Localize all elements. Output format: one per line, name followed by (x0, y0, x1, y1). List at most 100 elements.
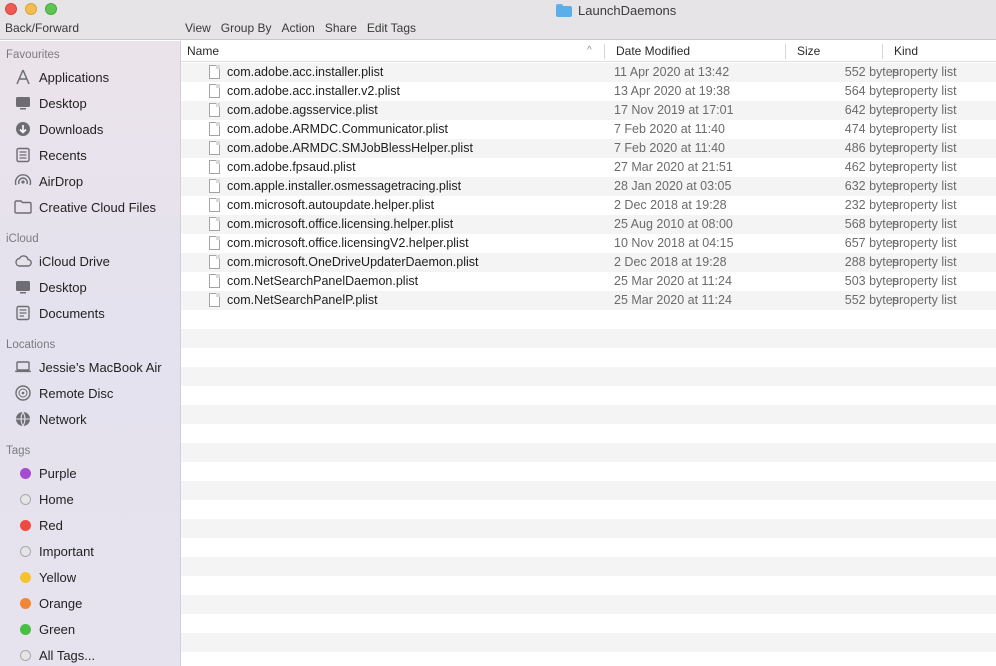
empty-row (181, 310, 996, 329)
document-icon (209, 179, 220, 193)
file-row[interactable]: com.adobe.fpsaud.plist 27 Mar 2020 at 21:… (181, 158, 996, 177)
sidebar-item-label: Network (39, 411, 87, 427)
file-row[interactable]: com.microsoft.office.licensing.helper.pl… (181, 215, 996, 234)
sidebar-item-label: Recents (39, 147, 87, 163)
sidebar-item-network[interactable]: Network (0, 407, 181, 431)
sidebar-tag-important[interactable]: Important (0, 539, 181, 563)
sidebar-item-label: Red (39, 517, 63, 533)
sidebar-item-label: Desktop (39, 95, 87, 111)
column-header-date-modified[interactable]: Date Modified (616, 44, 690, 58)
file-date-modified: 7 Feb 2020 at 11:40 (614, 141, 725, 155)
applications-icon (14, 68, 32, 86)
sidebar-item-label: Home (39, 491, 74, 507)
file-size: 657 bytes (844, 236, 899, 250)
share-button[interactable]: Share (325, 21, 357, 35)
column-header-kind[interactable]: Kind (894, 44, 918, 58)
file-name: com.adobe.acc.installer.v2.plist (227, 84, 401, 98)
sidebar-tag-red[interactable]: Red (0, 513, 181, 537)
sidebar-item-documents[interactable]: Documents (0, 301, 181, 325)
sidebar-all-tags[interactable]: All Tags... (0, 643, 181, 666)
edit-tags-button[interactable]: Edit Tags (367, 21, 416, 35)
sidebar-heading-locations: Locations (6, 339, 56, 351)
file-kind: property list (892, 217, 957, 231)
sidebar-item-label: All Tags... (39, 647, 96, 663)
file-date-modified: 27 Mar 2020 at 21:51 (614, 160, 733, 174)
file-row[interactable]: com.microsoft.office.licensingV2.helper.… (181, 234, 996, 253)
file-name: com.adobe.fpsaud.plist (227, 160, 356, 174)
sidebar-item-airdrop[interactable]: AirDrop (0, 169, 181, 193)
file-row[interactable]: com.adobe.agsservice.plist 17 Nov 2019 at… (181, 101, 996, 120)
sidebar-tag-green[interactable]: Green (0, 617, 181, 641)
file-rows: com.adobe.acc.installer.plist 11 Apr 2020… (181, 63, 996, 666)
minimize-window-button[interactable] (25, 3, 37, 15)
sidebar-item-applications[interactable]: Applications (0, 65, 181, 89)
sidebar-item-remote-disc[interactable]: Remote Disc (0, 381, 181, 405)
document-icon (209, 236, 220, 250)
file-row[interactable]: com.NetSearchPanelP.plist 25 Mar 2020 at … (181, 291, 996, 310)
zoom-window-button[interactable] (45, 3, 57, 15)
file-row[interactable]: com.microsoft.OneDriveUpdaterDaemon.plis… (181, 253, 996, 272)
file-row[interactable]: com.adobe.ARMDC.SMJobBlessHelper.plist 7 … (181, 139, 996, 158)
sidebar-heading-favourites: Favourites (6, 49, 60, 61)
sidebar-tag-home[interactable]: Home (0, 487, 181, 511)
view-button[interactable]: View (185, 21, 211, 35)
file-date-modified: 2 Dec 2018 at 19:28 (614, 198, 727, 212)
network-icon (14, 410, 32, 428)
file-row[interactable]: com.microsoft.autoupdate.helper.plist 2 D… (181, 196, 996, 215)
sidebar: Favourites Applications Desktop Download… (0, 41, 181, 666)
sidebar-tag-orange[interactable]: Orange (0, 591, 181, 615)
empty-row (181, 538, 996, 557)
sidebar-tag-yellow[interactable]: Yellow (0, 565, 181, 589)
file-name: com.microsoft.OneDriveUpdaterDaemon.plis… (227, 255, 479, 269)
sidebar-item-desktop[interactable]: Desktop (0, 91, 181, 115)
sidebar-item-label: Purple (39, 465, 77, 481)
yellow-tag-dot-icon (19, 571, 31, 583)
file-kind: property list (892, 65, 957, 79)
file-row[interactable]: com.adobe.acc.installer.plist 11 Apr 2020… (181, 63, 996, 82)
sidebar-tag-purple[interactable]: Purple (0, 461, 181, 485)
sidebar-item-creative-cloud-files[interactable]: Creative Cloud Files (0, 195, 181, 219)
file-row[interactable]: com.NetSearchPanelDaemon.plist 25 Mar 202… (181, 272, 996, 291)
file-row[interactable]: com.adobe.acc.installer.v2.plist 13 Apr 2… (181, 82, 996, 101)
empty-row (181, 576, 996, 595)
sidebar-item-icloud-drive[interactable]: iCloud Drive (0, 249, 181, 273)
file-date-modified: 25 Mar 2020 at 11:24 (614, 274, 732, 288)
column-header-size[interactable]: Size (797, 44, 820, 58)
close-window-button[interactable] (5, 3, 17, 15)
sidebar-item-label: Creative Cloud Files (39, 199, 157, 215)
sidebar-item-downloads[interactable]: Downloads (0, 117, 181, 141)
document-icon (209, 141, 220, 155)
file-date-modified: 2 Dec 2018 at 19:28 (614, 255, 727, 269)
back-forward-button[interactable]: Back/Forward (5, 21, 79, 35)
document-icon (209, 84, 220, 98)
empty-row (181, 462, 996, 481)
file-list-view: Name ^ Date Modified Size Kind com.adobe… (181, 41, 996, 666)
empty-row (181, 557, 996, 576)
empty-row (181, 405, 996, 424)
file-date-modified: 13 Apr 2020 at 19:38 (614, 84, 731, 98)
sidebar-item-label: Documents (39, 305, 105, 321)
action-button[interactable]: Action (282, 21, 315, 35)
sidebar-item-label: Orange (39, 595, 83, 611)
file-date-modified: 25 Aug 2010 at 08:00 (614, 217, 733, 231)
file-kind: property list (892, 293, 957, 307)
group-by-button[interactable]: Group By (221, 21, 272, 35)
sidebar-item-label: Yellow (39, 569, 77, 585)
recents-icon (14, 146, 32, 164)
title-bar: LaunchDaemons Back/Forward View Group By… (0, 0, 996, 40)
file-name: com.adobe.ARMDC.SMJobBlessHelper.plist (227, 141, 473, 155)
sidebar-heading-icloud: iCloud (6, 233, 39, 245)
file-kind: property list (892, 103, 957, 117)
window-title: LaunchDaemons (556, 1, 676, 19)
sort-ascending-icon: ^ (587, 45, 592, 56)
sidebar-item-recents[interactable]: Recents (0, 143, 181, 167)
file-name: com.NetSearchPanelP.plist (227, 293, 378, 307)
column-header-name[interactable]: Name (187, 44, 219, 58)
sidebar-item-icloud-desktop[interactable]: Desktop (0, 275, 181, 299)
toolbar: View Group By Action Share Edit Tags (185, 21, 416, 35)
sidebar-item-macbook[interactable]: Jessie’s MacBook Air (0, 355, 181, 379)
file-size: 642 bytes (844, 103, 899, 117)
file-row[interactable]: com.adobe.ARMDC.Communicator.plist 7 Feb … (181, 120, 996, 139)
file-row[interactable]: com.apple.installer.osmessagetracing.pli… (181, 177, 996, 196)
sidebar-item-label: Green (39, 621, 76, 637)
